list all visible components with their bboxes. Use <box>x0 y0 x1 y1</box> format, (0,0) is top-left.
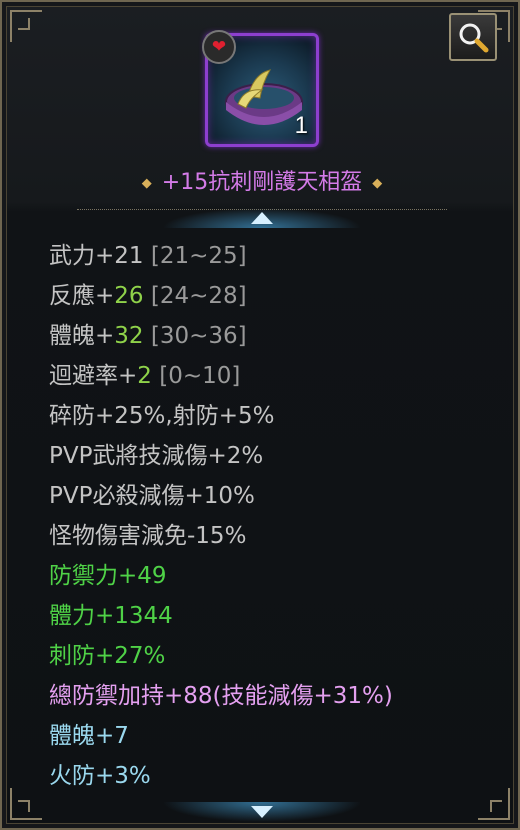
diamond-icon: ◆ <box>372 175 383 191</box>
item-name: +15抗刺剛護天相盔 <box>161 170 363 195</box>
stat-row-defense: 防禦力+49 <box>49 563 167 589</box>
arrow-down-icon[interactable] <box>251 806 273 818</box>
frame-corner-ornament <box>10 10 42 42</box>
stat-list: 武力+21 [21~25] 反應+26 [24~28] 體魄+32 [30~36… <box>49 239 489 799</box>
diamond-icon: ◆ <box>141 175 152 191</box>
item-count: 1 <box>294 112 308 139</box>
frame-corner-ornament <box>10 788 42 820</box>
item-icon-slot[interactable]: ❤ 1 <box>202 30 319 147</box>
magnifier-icon <box>459 23 489 53</box>
item-title: ◆ +15抗刺剛護天相盔 ◆ <box>2 164 520 196</box>
stat-row-fire-resist: 火防+3% <box>49 763 151 789</box>
stat-row-pierce-resist: 刺防+27% <box>49 643 166 669</box>
stat-row-stamina: 體力+1344 <box>49 603 173 629</box>
item-tooltip-panel: ❤ 1 ◆ +15抗刺剛護天相盔 ◆ 武力+21 [21~25] 反應+26 [24… <box>0 0 520 830</box>
stat-row-reaction: 反應+26 [24~28] <box>49 283 247 309</box>
stat-row-evasion: 迴避率+2 [0~10] <box>49 363 241 389</box>
stat-row-monster-damage-reduction: 怪物傷害減免-15% <box>49 523 247 549</box>
stat-row-socket-physique: 體魄+7 <box>49 723 129 749</box>
stat-row-total-defense-bonus: 總防禦加持+88(技能減傷+31%) <box>49 683 393 709</box>
stat-row-strength: 武力+21 [21~25] <box>49 243 247 269</box>
stat-row-physique: 體魄+32 [30~36] <box>49 323 247 349</box>
stat-row-pvp-critical-reduction: PVP必殺減傷+10% <box>49 483 255 509</box>
arrow-up-icon[interactable] <box>251 212 273 224</box>
heart-icon: ❤ <box>202 30 236 64</box>
stat-row-pvp-skill-reduction: PVP武將技減傷+2% <box>49 443 264 469</box>
zoom-button[interactable] <box>449 13 497 61</box>
stat-row-defense-pierce-shoot: 碎防+25%,射防+5% <box>49 403 275 429</box>
